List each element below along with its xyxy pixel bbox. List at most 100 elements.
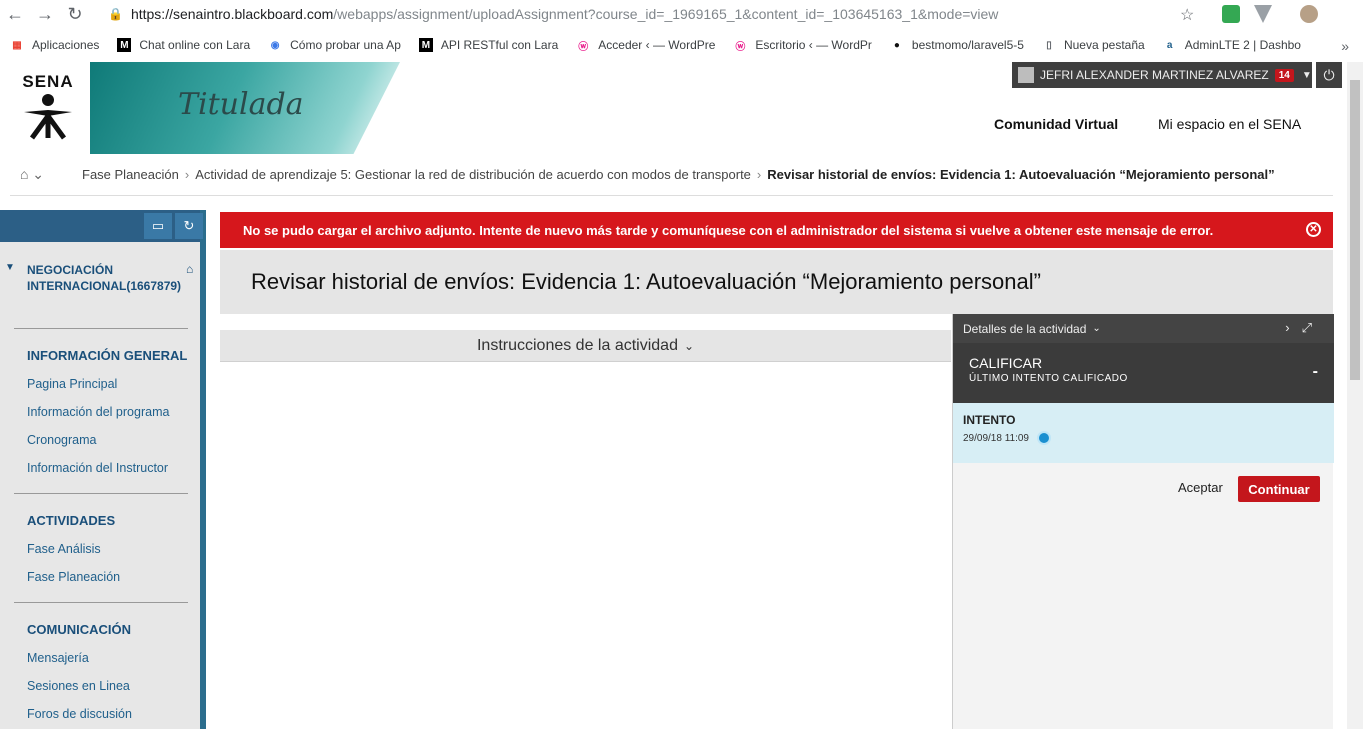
home-icon[interactable]: ⌂ ⌄ (10, 166, 54, 183)
instructions-panel (220, 362, 951, 729)
sidebar-item-pagina-principal[interactable]: Pagina Principal (27, 377, 117, 391)
grade-subtitle: ÚLTIMO INTENTO CALIFICADO (969, 373, 1128, 384)
bookmark-item[interactable]: ◉ Cómo probar una Ap (268, 38, 401, 52)
user-avatar-icon (1018, 67, 1034, 83)
forward-arrow-icon[interactable]: → (30, 0, 60, 28)
close-icon[interactable]: ✕ (1306, 222, 1321, 237)
section-comunicacion[interactable]: COMUNICACIÓN (27, 622, 131, 637)
breadcrumb-item[interactable]: Actividad de aprendizaje 5: Gestionar la… (195, 167, 751, 182)
details-header[interactable]: Detalles de la actividad ⌄ ›⤢ (953, 314, 1334, 343)
wordpress-icon: ⓦ (578, 41, 589, 53)
section-informacion-general[interactable]: INFORMACIÓN GENERAL (27, 348, 187, 363)
sidebar-item-foros-discusion[interactable]: Foros de discusión (27, 707, 132, 721)
banner: SENA Titulada JEFRI ALEXANDER MARTINEZ A… (0, 62, 1347, 154)
brand-title: Titulada (178, 87, 304, 122)
instructions-toggle[interactable]: Instrucciones de la actividad ⌄ (220, 330, 951, 362)
course-title[interactable]: NEGOCIACIÓN INTERNACIONAL(1667879) (27, 262, 187, 294)
notification-badge: 14 (1274, 68, 1294, 82)
blog-icon: ◉ (270, 39, 280, 51)
sidebar-item-informacion-programa[interactable]: Información del programa (27, 405, 169, 419)
bookmark-label: Escritorio ‹ — WordPr (755, 38, 872, 52)
logo-text: SENA (22, 72, 74, 91)
sidebar-item-sesiones-en-linea[interactable]: Sesiones en Linea (27, 679, 130, 693)
page: SENA Titulada JEFRI ALEXANDER MARTINEZ A… (0, 62, 1347, 729)
divider (14, 493, 188, 494)
extension-icon[interactable] (1222, 5, 1240, 23)
sidebar-item-fase-planeacion[interactable]: Fase Planeación (27, 570, 120, 584)
grade-value: - (1312, 363, 1318, 380)
bookmark-label: bestmomo/laravel5-5 (911, 38, 1024, 52)
scrollbar-thumb[interactable] (1350, 80, 1360, 380)
details-label: Detalles de la actividad (963, 321, 1087, 336)
bookmark-item[interactable]: ● bestmomo/laravel5-5 (890, 38, 1024, 52)
bookmark-item[interactable]: ⓦ Acceder ‹ — WordPre (576, 38, 716, 53)
sidebar-item-mensajeria[interactable]: Mensajería (27, 651, 89, 665)
instructions-label: Instrucciones de la actividad (476, 336, 678, 354)
bookmarks-more-button[interactable]: » (1341, 38, 1349, 54)
accept-button[interactable]: Aceptar (1178, 480, 1223, 495)
expand-icons[interactable]: ›⤢ (1285, 320, 1324, 336)
address-bar[interactable]: 🔒 https://senaintro.blackboard.com/webap… (108, 2, 1208, 26)
github-icon: ● (893, 39, 900, 51)
bookmark-item[interactable]: ▯ Nueva pestaña (1042, 38, 1145, 52)
sena-logo[interactable]: SENA (10, 72, 86, 144)
adminlte-icon: a (1166, 39, 1173, 51)
error-message: No se pudo cargar el archivo adjunto. In… (243, 222, 1214, 238)
sidebar-toolbar: ▭ ↻ (0, 210, 203, 242)
chevron-down-icon: ⌄ (683, 338, 695, 353)
bookmarks-bar: ▦ Aplicaciones M Chat online con Lara ◉ Cóm… (0, 30, 1363, 60)
user-name: JEFRI ALEXANDER MARTINEZ ALVAREZ (1040, 68, 1269, 82)
error-alert: No se pudo cargar el archivo adjunto. In… (220, 212, 1333, 248)
page-icon: ▯ (1046, 39, 1052, 51)
bookmark-label: API RESTful con Lara (440, 38, 559, 52)
back-arrow-icon[interactable]: ← (0, 0, 30, 28)
bookmark-label: Aplicaciones (32, 38, 100, 52)
grade-section: CALIFICAR ÚLTIMO INTENTO CALIFICADO - (953, 343, 1334, 403)
url-path: /webapps/assignment/uploadAssignment?cou… (333, 6, 999, 22)
nav-comunidad-virtual[interactable]: Comunidad Virtual (994, 116, 1118, 132)
sena-emblem-icon (24, 94, 72, 140)
user-menu[interactable]: JEFRI ALEXANDER MARTINEZ ALVAREZ 14 ▼ (1012, 62, 1312, 88)
bookmark-label: Chat online con Lara (139, 38, 251, 52)
bookmark-item[interactable]: ⓦ Escritorio ‹ — WordPr (733, 38, 872, 53)
attempt-title: INTENTO (963, 413, 1016, 427)
breadcrumb-item[interactable]: Fase Planeación (82, 167, 179, 182)
url-host: https://senaintro.blackboard.com (130, 6, 334, 22)
chevron-down-icon: ⌄ (1092, 323, 1101, 334)
bookmark-star-icon[interactable]: ☆ (1180, 5, 1194, 25)
activity-details-panel: Detalles de la actividad ⌄ ›⤢ CALIFICAR … (952, 314, 1334, 729)
attempt-row[interactable]: INTENTO 29/09/18 11:09 (953, 403, 1334, 463)
home-icon[interactable]: ⌂ (186, 262, 193, 276)
continue-button[interactable]: Continuar (1238, 476, 1320, 502)
collapse-triangle-icon[interactable]: ▼ (5, 262, 15, 273)
bookmark-label: Nueva pestaña (1063, 38, 1145, 52)
clock-icon (1037, 431, 1051, 445)
bookmark-item[interactable]: M Chat online con Lara (117, 38, 250, 52)
power-icon[interactable]: ⏻ (1316, 62, 1342, 88)
attempt-date-row: 29/09/18 11:09 (963, 431, 1334, 445)
section-actividades[interactable]: ACTIVIDADES (27, 513, 115, 528)
reload-icon[interactable]: ↻ (60, 0, 90, 28)
apps-grid-icon: ▦ (12, 39, 22, 51)
bookmark-label: Acceder ‹ — WordPre (598, 38, 716, 52)
bookmark-item[interactable]: M API RESTful con Lara (418, 38, 559, 52)
lock-icon: 🔒 (108, 7, 123, 21)
page-scrollbar[interactable] (1347, 62, 1363, 729)
chevron-down-icon: ▼ (1301, 69, 1312, 81)
page-title: Revisar historial de envíos: Evidencia 1… (220, 250, 1333, 314)
refresh-icon[interactable]: ↻ (175, 213, 203, 239)
bookmark-item[interactable]: ▦ Aplicaciones (10, 38, 99, 52)
profile-avatar-icon[interactable] (1300, 5, 1318, 23)
medium-icon: M (117, 38, 132, 52)
wordpress-icon: ⓦ (735, 41, 746, 53)
bookmark-label: AdminLTE 2 | Dashbo (1184, 38, 1301, 52)
bookmark-item[interactable]: a AdminLTE 2 | Dashbo (1163, 38, 1301, 52)
sidebar-item-informacion-instructor[interactable]: Información del Instructor (27, 461, 168, 475)
nav-mi-espacio[interactable]: Mi espacio en el SENA (1158, 116, 1301, 132)
folder-icon[interactable]: ▭ (144, 213, 172, 239)
grade-title: CALIFICAR (969, 355, 1043, 371)
bookmark-label: Cómo probar una Ap (290, 38, 401, 52)
sidebar-item-cronograma[interactable]: Cronograma (27, 433, 96, 447)
sidebar-item-fase-analisis[interactable]: Fase Análisis (27, 542, 101, 556)
divider (14, 328, 188, 329)
